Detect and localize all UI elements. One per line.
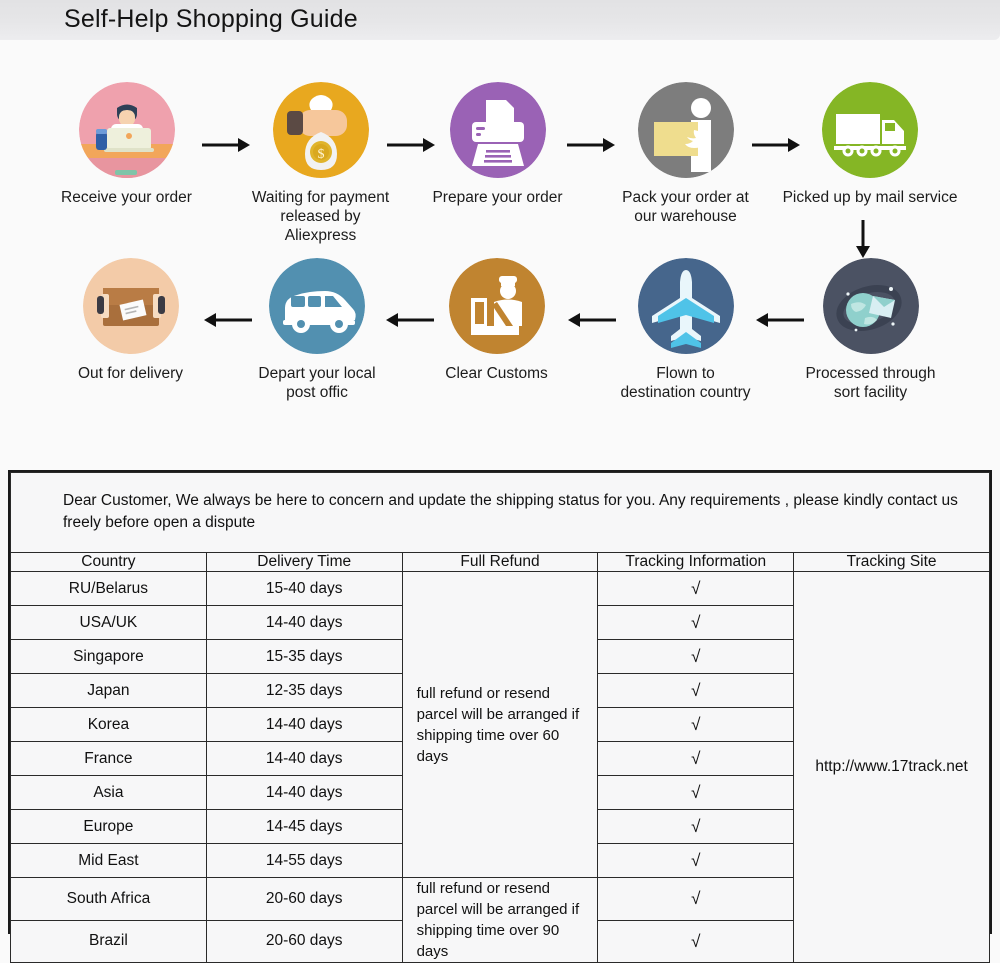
cell-full-refund-90: full refund or resend parcel will be arr… xyxy=(401,877,599,963)
cell-tracking-check: √ xyxy=(597,919,795,963)
cell-full-refund-60: full refund or resend parcel will be arr… xyxy=(401,571,599,878)
flow-step-label: Out for delivery xyxy=(77,365,184,382)
flow-step-label: Receive your order xyxy=(61,189,192,206)
cell-delivery-time: 20-60 days xyxy=(205,919,403,963)
page-title: Self-Help Shopping Guide xyxy=(64,5,358,33)
cell-country: Korea xyxy=(10,707,207,742)
svg-text:$: $ xyxy=(317,147,324,162)
flow-step-prepare-order: Prepare your order xyxy=(425,82,570,207)
cell-country: France xyxy=(10,741,207,776)
cell-delivery-time: 15-35 days xyxy=(205,639,403,674)
cell-country: RU/Belarus xyxy=(10,571,207,606)
customer-notice: Dear Customer, We always be here to conc… xyxy=(10,472,990,553)
flow-step-sort-facility: Processed through sort facility xyxy=(793,258,948,402)
shipping-info-table: Dear Customer, We always be here to conc… xyxy=(8,470,992,963)
cell-country: Brazil xyxy=(10,919,207,963)
flow-step-waiting-payment: $ Waiting for payment released by Aliexp… xyxy=(243,82,398,245)
arrow-down-icon xyxy=(853,218,873,260)
printer-icon xyxy=(449,82,546,178)
airplane-icon xyxy=(637,258,734,354)
flow-step-label: Waiting for payment released by Aliexpre… xyxy=(251,189,390,244)
cell-delivery-time: 14-40 days xyxy=(205,605,403,640)
flow-step-label: Clear Customs xyxy=(445,365,548,382)
cell-country: Singapore xyxy=(10,639,207,674)
flow-step-label: Flown to destination country xyxy=(620,365,751,401)
flow-step-out-for-delivery: Out for delivery xyxy=(58,258,203,383)
column-header-country: Country xyxy=(10,552,207,572)
cell-tracking-check: √ xyxy=(597,571,795,606)
notice-row: Dear Customer, We always be here to conc… xyxy=(10,472,990,553)
cell-delivery-time: 14-40 days xyxy=(205,775,403,810)
worker-with-box-icon xyxy=(637,82,734,178)
flow-step-label: Picked up by mail service xyxy=(782,189,958,206)
shipping-flow-diagram: Receive your order $ Waiting for payment… xyxy=(0,40,1000,465)
cell-delivery-time: 20-60 days xyxy=(205,877,403,921)
delivery-van-icon xyxy=(269,258,365,354)
flow-step-label: Prepare your order xyxy=(432,189,563,206)
flow-step-picked-up: Picked up by mail service xyxy=(775,82,965,207)
flow-step-receive-order: Receive your order xyxy=(54,82,199,207)
flow-step-clear-customs: Clear Customs xyxy=(424,258,569,383)
cell-delivery-time: 14-40 days xyxy=(205,741,403,776)
flow-step-label: Pack your order at our warehouse xyxy=(622,189,749,225)
cell-tracking-check: √ xyxy=(597,775,795,810)
cell-tracking-check: √ xyxy=(597,809,795,844)
customs-officer-icon xyxy=(448,258,545,354)
column-header-delivery-time: Delivery Time xyxy=(205,552,403,572)
column-header-full-refund: Full Refund xyxy=(401,552,599,572)
flow-step-label: Processed through sort facility xyxy=(805,365,936,401)
arrow-right-icon xyxy=(565,135,617,155)
title-bar: Self-Help Shopping Guide xyxy=(0,0,1000,40)
cell-delivery-time: 15-40 days xyxy=(205,571,403,606)
table-row: RU/Belarus 15-40 days full refund or res… xyxy=(10,571,990,963)
delivery-truck-icon xyxy=(822,82,918,178)
column-header-tracking-information: Tracking Information xyxy=(597,552,795,572)
cell-tracking-site[interactable]: http://www.17track.net xyxy=(793,571,990,963)
cell-delivery-time: 12-35 days xyxy=(205,673,403,708)
flow-step-label: Depart your local post offic xyxy=(258,365,376,401)
cell-delivery-time: 14-40 days xyxy=(205,707,403,742)
parcel-box-icon xyxy=(82,258,179,354)
arrow-left-icon xyxy=(562,310,618,330)
cell-country: USA/UK xyxy=(10,605,207,640)
cell-tracking-check: √ xyxy=(597,673,795,708)
column-header-tracking-site: Tracking Site xyxy=(793,552,990,572)
cell-tracking-check: √ xyxy=(597,741,795,776)
hand-money-bag-icon: $ xyxy=(272,82,369,178)
cell-tracking-check: √ xyxy=(597,605,795,640)
cell-tracking-check: √ xyxy=(597,707,795,742)
cell-tracking-check: √ xyxy=(597,639,795,674)
flow-step-pack-order: Pack your order at our warehouse xyxy=(613,82,758,226)
table-header-row: Country Delivery Time Full Refund Tracki… xyxy=(10,552,990,572)
cell-country: Asia xyxy=(10,775,207,810)
cell-tracking-check: √ xyxy=(597,877,795,921)
flow-step-flown-to-destination: Flown to destination country xyxy=(613,258,758,402)
globe-envelope-icon xyxy=(822,258,919,354)
flow-step-depart-post-office: Depart your local post offic xyxy=(242,258,392,402)
cell-country: Europe xyxy=(10,809,207,844)
cell-country: Japan xyxy=(10,673,207,708)
cell-delivery-time: 14-55 days xyxy=(205,843,403,878)
cell-delivery-time: 14-45 days xyxy=(205,809,403,844)
person-at-laptop-icon xyxy=(78,82,175,178)
cell-country: Mid East xyxy=(10,843,207,878)
cell-tracking-check: √ xyxy=(597,843,795,878)
cell-country: South Africa xyxy=(10,877,207,921)
